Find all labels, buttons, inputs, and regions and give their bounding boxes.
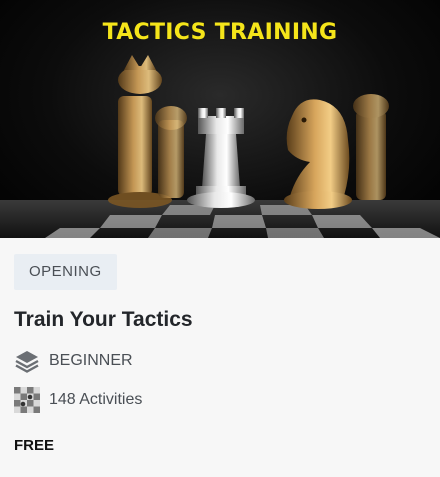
level-row: BEGINNER bbox=[14, 348, 426, 374]
price-label: FREE bbox=[14, 437, 55, 454]
activities-count: 148 Activities bbox=[49, 391, 143, 408]
activities-row: 148 Activities bbox=[14, 387, 426, 413]
course-card[interactable]: TACTICS TRAINING OPENING Train Your Tact… bbox=[0, 0, 440, 477]
course-banner-image: TACTICS TRAINING bbox=[0, 0, 440, 238]
chessboard-icon bbox=[14, 387, 40, 413]
level-label: BEGINNER bbox=[49, 352, 133, 369]
banner-title: TACTICS TRAINING bbox=[102, 20, 338, 45]
category-tag: OPENING bbox=[14, 254, 117, 290]
course-title[interactable]: Train Your Tactics bbox=[14, 308, 426, 332]
layers-icon bbox=[14, 348, 40, 374]
